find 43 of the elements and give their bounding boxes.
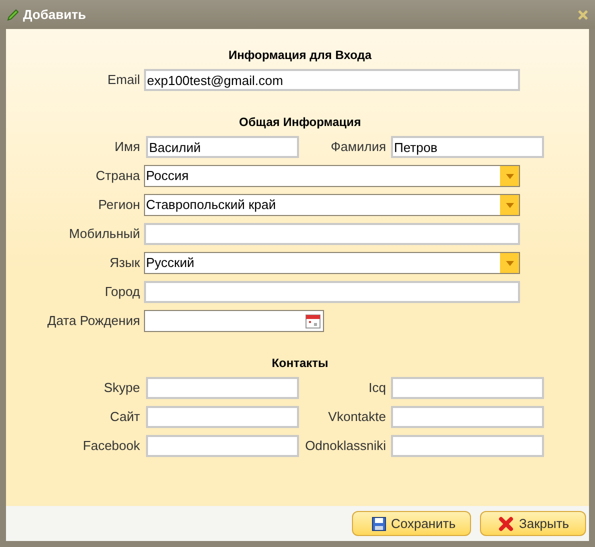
date-field[interactable] xyxy=(144,310,324,332)
input-field[interactable] xyxy=(391,377,544,399)
caret-icon xyxy=(506,174,514,178)
input-field[interactable] xyxy=(391,435,544,457)
field-label: Город xyxy=(104,283,140,302)
input-field[interactable] xyxy=(146,435,299,457)
field-label: Skype xyxy=(102,379,140,398)
input-field[interactable]: Петров xyxy=(391,136,544,158)
input-field[interactable] xyxy=(146,377,299,399)
caret-icon xyxy=(506,202,514,208)
field-label: Страна xyxy=(94,167,140,186)
input-field[interactable]: exp100test@gmail.com xyxy=(144,69,520,91)
field-label: Vkontakte xyxy=(327,408,386,426)
input-field[interactable] xyxy=(146,406,299,428)
save-button[interactable]: Сохранить xyxy=(352,511,471,536)
field-label: Регион xyxy=(97,196,140,214)
input-field[interactable] xyxy=(144,281,520,303)
field-label: Odnoklassniki xyxy=(304,437,386,456)
field-label: Имя xyxy=(114,138,140,156)
dropdown[interactable]: Россия xyxy=(144,165,520,187)
calendar-icon[interactable] xyxy=(305,313,321,329)
section-heading: Контакты xyxy=(270,355,328,372)
close-icon xyxy=(498,516,514,532)
field-label: Icq xyxy=(368,379,386,398)
input-field[interactable] xyxy=(391,406,544,428)
input-field[interactable]: Василий xyxy=(146,136,299,158)
field-label: Facebook xyxy=(82,437,140,456)
input-field[interactable] xyxy=(144,223,520,245)
dropdown[interactable]: Русский xyxy=(144,252,520,274)
dropdown[interactable]: Ставропольский край xyxy=(144,194,520,216)
field-label: Сайт xyxy=(109,408,140,426)
field-label: Email xyxy=(106,71,140,90)
section-heading: Информация для Входа xyxy=(227,47,372,64)
close-button[interactable]: Закрыть xyxy=(480,511,586,536)
field-label: Дата Рождения xyxy=(46,312,140,330)
field-label: Мобильный xyxy=(68,225,140,244)
pencil-icon xyxy=(6,8,20,22)
field-label: Язык xyxy=(108,254,140,272)
field-label: Фамилия xyxy=(330,138,386,156)
close-icon[interactable] xyxy=(578,10,588,20)
caret-icon xyxy=(506,260,514,266)
window-title: Добавить xyxy=(23,6,86,24)
section-heading: Общая Информация xyxy=(238,114,361,131)
